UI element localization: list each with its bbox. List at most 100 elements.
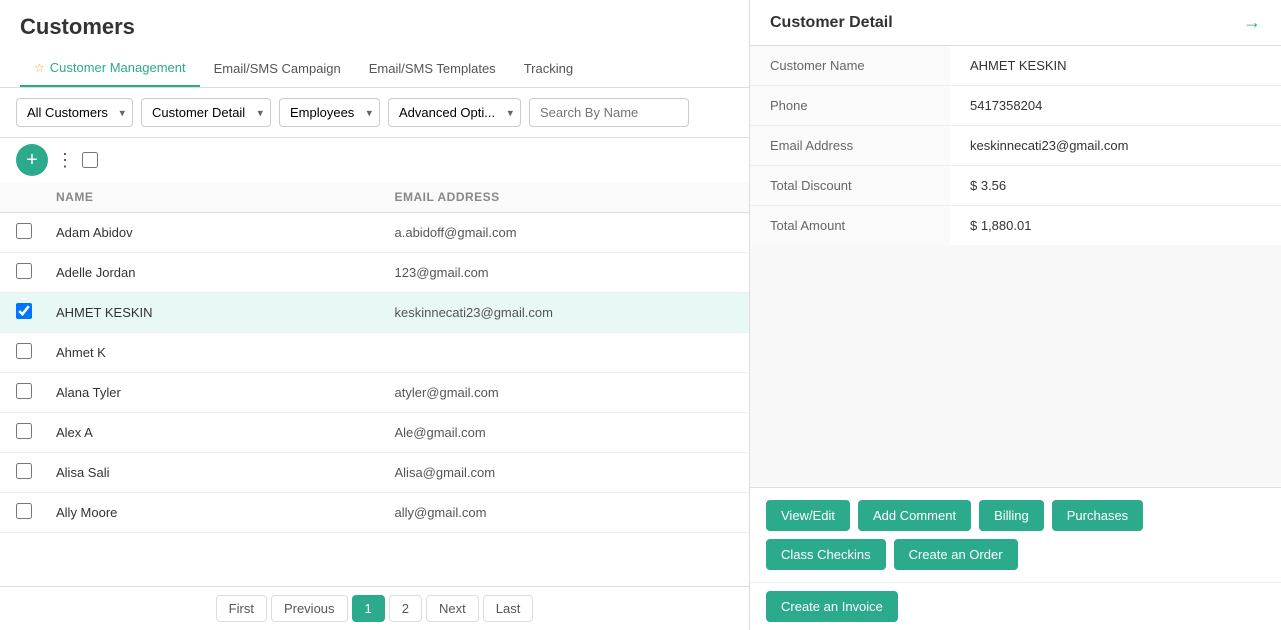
page-1-button[interactable]: 1 bbox=[352, 595, 385, 622]
billing-button[interactable]: Billing bbox=[979, 500, 1044, 531]
table-row[interactable]: Ally Moore ally@gmail.com bbox=[0, 493, 749, 533]
all-customers-wrapper: All Customers bbox=[16, 98, 133, 127]
customer-name: Alisa Sali bbox=[56, 465, 395, 480]
view/edit-button[interactable]: View/Edit bbox=[766, 500, 850, 531]
detail-arrow-icon: → bbox=[1243, 12, 1261, 33]
header-name-col: NAME bbox=[56, 190, 395, 204]
page-2-button[interactable]: 2 bbox=[389, 595, 422, 622]
customer-name: Ahmet K bbox=[56, 345, 395, 360]
table-row[interactable]: Adelle Jordan 123@gmail.com bbox=[0, 253, 749, 293]
row-checkbox[interactable] bbox=[16, 303, 32, 319]
last-button[interactable]: Last bbox=[483, 595, 534, 622]
tab-customer-management[interactable]: ☆ Customer Management bbox=[20, 50, 200, 87]
customer-name: Ally Moore bbox=[56, 505, 395, 520]
advanced-options-select[interactable]: Advanced Opti... bbox=[388, 98, 521, 127]
toolbar: All Customers Customer Detail Employees … bbox=[0, 88, 749, 138]
row-checkbox-wrapper bbox=[16, 503, 56, 522]
customer-email: atyler@gmail.com bbox=[395, 385, 734, 400]
create-an-order-button[interactable]: Create an Order bbox=[894, 539, 1018, 570]
detail-label: Phone bbox=[750, 86, 950, 125]
tab-tracking[interactable]: Tracking bbox=[510, 50, 587, 87]
class-checkins-button[interactable]: Class Checkins bbox=[766, 539, 886, 570]
tab-email-sms-templates[interactable]: Email/SMS Templates bbox=[355, 50, 510, 87]
customer-detail-wrapper: Customer Detail bbox=[141, 98, 271, 127]
all-customers-select[interactable]: All Customers bbox=[16, 98, 133, 127]
customer-name: AHMET KESKIN bbox=[56, 305, 395, 320]
row-checkbox-wrapper bbox=[16, 423, 56, 442]
detail-actions: View/Edit Add Comment Billing Purchases Clas… bbox=[750, 487, 1281, 582]
detail-row: Email Address keskinnecati23@gmail.com bbox=[750, 126, 1281, 166]
next-button[interactable]: Next bbox=[426, 595, 479, 622]
detail-value: AHMET KESKIN bbox=[950, 46, 1281, 85]
table-row[interactable]: Ahmet K bbox=[0, 333, 749, 373]
customer-email: a.abidoff@gmail.com bbox=[395, 225, 734, 240]
select-all-checkbox[interactable] bbox=[82, 152, 98, 168]
row-checkbox-wrapper bbox=[16, 383, 56, 402]
detail-row: Phone 5417358204 bbox=[750, 86, 1281, 126]
customer-name: Alex A bbox=[56, 425, 395, 440]
search-input[interactable] bbox=[529, 98, 689, 127]
detail-row: Customer Name AHMET KESKIN bbox=[750, 46, 1281, 86]
detail-value: $ 1,880.01 bbox=[950, 206, 1281, 245]
first-button[interactable]: First bbox=[216, 595, 267, 622]
detail-value: $ 3.56 bbox=[950, 166, 1281, 205]
customer-email: keskinnecati23@gmail.com bbox=[395, 305, 734, 320]
advanced-options-wrapper: Advanced Opti... bbox=[388, 98, 521, 127]
right-panel: Customer Detail → Customer Name AHMET KE… bbox=[750, 0, 1281, 630]
row-checkbox[interactable] bbox=[16, 503, 32, 519]
table-row[interactable]: Alisa Sali Alisa@gmail.com bbox=[0, 453, 749, 493]
detail-row: Total Discount $ 3.56 bbox=[750, 166, 1281, 206]
detail-bottom: Create an Invoice bbox=[750, 582, 1281, 630]
actions-row: + ⋮ bbox=[0, 138, 749, 182]
customer-name: Adelle Jordan bbox=[56, 265, 395, 280]
previous-button[interactable]: Previous bbox=[271, 595, 348, 622]
header-email-col: EMAIL ADDRESS bbox=[395, 190, 734, 204]
detail-value: 5417358204 bbox=[950, 86, 1281, 125]
row-checkbox-wrapper bbox=[16, 343, 56, 362]
row-checkbox[interactable] bbox=[16, 343, 32, 359]
table-header: NAME EMAIL ADDRESS bbox=[0, 182, 749, 213]
row-checkbox-wrapper bbox=[16, 223, 56, 242]
row-checkbox[interactable] bbox=[16, 383, 32, 399]
customer-name: Alana Tyler bbox=[56, 385, 395, 400]
select-all-wrapper bbox=[82, 152, 122, 168]
detail-header: Customer Detail → bbox=[750, 0, 1281, 46]
detail-spacer bbox=[750, 245, 1281, 487]
row-checkbox[interactable] bbox=[16, 423, 32, 439]
detail-label: Email Address bbox=[750, 126, 950, 165]
customer-email: Alisa@gmail.com bbox=[395, 465, 734, 480]
customer-email: 123@gmail.com bbox=[395, 265, 734, 280]
more-options-button[interactable]: ⋮ bbox=[48, 146, 82, 175]
detail-row: Total Amount $ 1,880.01 bbox=[750, 206, 1281, 245]
table-row[interactable]: Alana Tyler atyler@gmail.com bbox=[0, 373, 749, 413]
table-row[interactable]: Alex A Ale@gmail.com bbox=[0, 413, 749, 453]
tab-email-sms-campaign[interactable]: Email/SMS Campaign bbox=[200, 50, 355, 87]
customer-detail-select[interactable]: Customer Detail bbox=[141, 98, 271, 127]
table-row[interactable]: AHMET KESKIN keskinnecati23@gmail.com bbox=[0, 293, 749, 333]
row-checkbox-wrapper bbox=[16, 463, 56, 482]
purchases-button[interactable]: Purchases bbox=[1052, 500, 1143, 531]
create-invoice-button[interactable]: Create an Invoice bbox=[766, 591, 898, 622]
pagination: First Previous 1 2 Next Last bbox=[0, 586, 749, 630]
detail-label: Total Discount bbox=[750, 166, 950, 205]
row-checkbox[interactable] bbox=[16, 223, 32, 239]
row-checkbox-wrapper bbox=[16, 303, 56, 322]
star-icon: ☆ bbox=[34, 61, 45, 75]
employees-wrapper: Employees bbox=[279, 98, 380, 127]
detail-label: Total Amount bbox=[750, 206, 950, 245]
customer-email: ally@gmail.com bbox=[395, 505, 734, 520]
employees-select[interactable]: Employees bbox=[279, 98, 380, 127]
customer-email: Ale@gmail.com bbox=[395, 425, 734, 440]
add-comment-button[interactable]: Add Comment bbox=[858, 500, 971, 531]
row-checkbox[interactable] bbox=[16, 463, 32, 479]
nav-tabs: ☆ Customer Management Email/SMS Campaign… bbox=[0, 50, 749, 88]
row-checkbox[interactable] bbox=[16, 263, 32, 279]
left-panel: Customers ☆ Customer Management Email/SM… bbox=[0, 0, 750, 630]
page-title: Customers bbox=[0, 0, 749, 50]
detail-title: Customer Detail bbox=[770, 14, 893, 32]
row-checkbox-wrapper bbox=[16, 263, 56, 282]
detail-table: Customer Name AHMET KESKIN Phone 5417358… bbox=[750, 46, 1281, 245]
detail-label: Customer Name bbox=[750, 46, 950, 85]
add-button[interactable]: + bbox=[16, 144, 48, 176]
table-row[interactable]: Adam Abidov a.abidoff@gmail.com bbox=[0, 213, 749, 253]
